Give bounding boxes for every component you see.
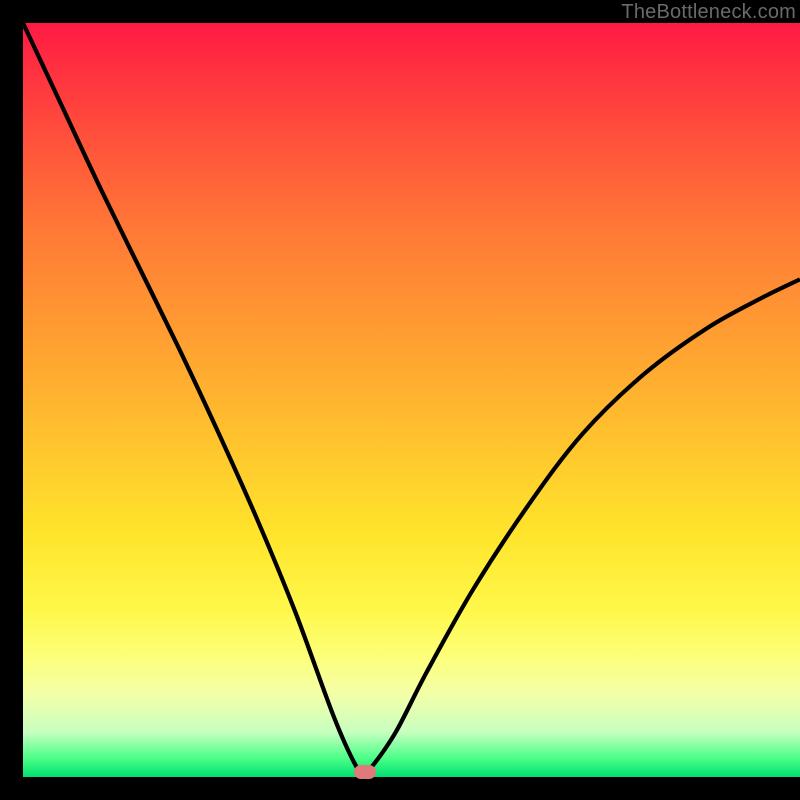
chart-frame: TheBottleneck.com [23,0,800,777]
heat-gradient-background [23,23,800,777]
minimum-marker [354,765,376,779]
watermark-label: TheBottleneck.com [621,1,796,24]
plot-area [23,23,800,777]
